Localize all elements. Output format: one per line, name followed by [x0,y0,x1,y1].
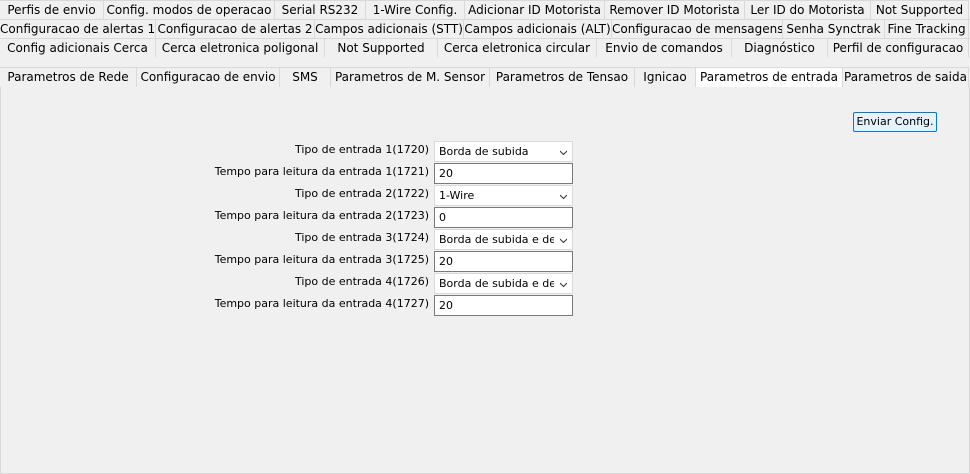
tipo-entrada-4-select[interactable]: Borda de subida e desc [434,273,573,294]
tab-configuracao-de-mensagens[interactable]: Configuracao de mensagens [611,19,783,38]
tab-configuracao-de-envio[interactable]: Configuracao de envio [136,67,280,87]
tab-cerca-eletronica-poligonal[interactable]: Cerca eletronica poligonal [155,38,325,57]
enviar-config-button[interactable]: Enviar Config. [853,112,937,132]
tab-not-supported-2[interactable]: Not Supported [324,38,438,57]
tab-campos-adicionais-stt[interactable]: Campos adicionais (STT) [314,19,464,38]
tab-config-adicionais-cerca[interactable]: Config adicionais Cerca [0,38,156,57]
chevron-down-icon [560,282,567,288]
tab-configuracao-de-alertas-1[interactable]: Configuracao de alertas 1 [0,19,156,38]
tempo-leitura-2-input[interactable]: 0 [434,207,573,228]
tab-configuracao-de-alertas-2[interactable]: Configuracao de alertas 2 [155,19,315,38]
tab-sms[interactable]: SMS [279,67,331,87]
tab-parametros-de-m-sensor[interactable]: Parametros de M. Sensor [330,67,490,87]
tempo-leitura-4-input[interactable]: 20 [434,295,573,316]
tab-adicionar-id-motorista[interactable]: Adicionar ID Motorista [464,0,605,19]
tab-fine-tracking[interactable]: Fine Tracking [884,19,969,38]
tab-content-panel: Enviar Config. Tipo de entrada 1(1720) B… [0,86,970,474]
tab-serial-rs232[interactable]: Serial RS232 [274,0,366,19]
tab-envio-de-comandos[interactable]: Envio de comandos [596,38,732,57]
tempo-leitura-1-label: Tempo para leitura da entrada 1(1721) [214,165,429,178]
tab-diagnostico[interactable]: Diagnóstico [731,38,828,57]
tipo-entrada-4-value: Borda de subida e desc [439,277,554,290]
tab-not-supported-1[interactable]: Not Supported [870,0,969,19]
tab-row-2: Configuracao de alertas 1 Configuracao d… [0,19,970,39]
tab-ignicao[interactable]: Ignicao [634,67,696,87]
tab-parametros-de-saida[interactable]: Parametros de saida [842,67,969,87]
tipo-entrada-4-label: Tipo de entrada 4(1726) [294,275,429,288]
chevron-down-icon [560,150,567,156]
tipo-entrada-1-select[interactable]: Borda de subida [434,141,573,162]
chevron-down-icon [560,238,567,244]
tipo-entrada-3-label: Tipo de entrada 3(1724) [294,231,429,244]
tab-parametros-de-tensao[interactable]: Parametros de Tensao [489,67,635,87]
tab-parametros-de-entrada[interactable]: Parametros de entrada [695,67,843,87]
tab-parametros-de-rede[interactable]: Parametros de Rede [0,67,137,87]
tab-1-wire-config[interactable]: 1-Wire Config. [365,0,465,19]
tipo-entrada-2-label: Tipo de entrada 2(1722) [294,187,429,200]
tab-row-3: Config adicionais Cerca Cerca eletronica… [0,38,970,57]
tab-perfil-de-configuracao[interactable]: Perfil de configuracao [827,38,969,57]
tempo-leitura-3-label: Tempo para leitura da entrada 3(1725) [214,253,429,266]
tipo-entrada-1-label: Tipo de entrada 1(1720) [294,143,429,156]
tipo-entrada-3-select[interactable]: Borda de subida e desc [434,229,573,250]
tipo-entrada-2-select[interactable]: 1-Wire [434,185,573,206]
tab-remover-id-motorista[interactable]: Remover ID Motorista [604,0,745,19]
chevron-down-icon [560,194,567,200]
tab-campos-adicionais-alt[interactable]: Campos adicionais (ALT) [463,19,612,38]
tempo-leitura-1-input[interactable]: 20 [434,163,573,184]
tempo-leitura-4-label: Tempo para leitura da entrada 4(1727) [214,297,429,310]
tab-senha-synctrak[interactable]: Senha Synctrak [782,19,885,38]
tab-perfis-de-envio[interactable]: Perfis de envio [0,0,104,19]
tab-config-modos-de-operacao[interactable]: Config. modos de operacao [103,0,275,19]
tipo-entrada-2-value: 1-Wire [439,189,475,202]
tipo-entrada-3-value: Borda de subida e desc [439,233,554,246]
tempo-leitura-3-input[interactable]: 20 [434,251,573,272]
tab-row-4: Parametros de Rede Configuracao de envio… [0,67,970,87]
tab-ler-id-do-motorista[interactable]: Ler ID do Motorista [744,0,871,19]
tempo-leitura-2-label: Tempo para leitura da entrada 2(1723) [214,209,429,222]
tab-row-1: Perfis de envio Config. modos de operaca… [0,0,970,20]
tipo-entrada-1-value: Borda de subida [439,145,529,158]
tab-cerca-eletronica-circular[interactable]: Cerca eletronica circular [437,38,597,57]
